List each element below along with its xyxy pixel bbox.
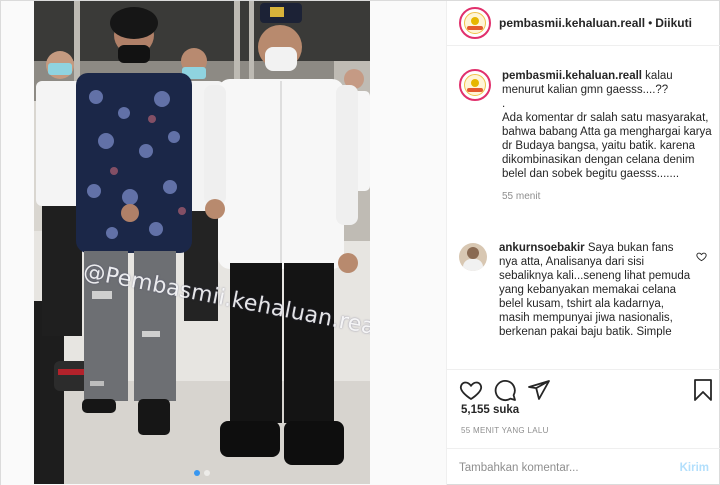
- comments-section[interactable]: pembasmii.kehaluan.reall kalau menurut k…: [447, 47, 720, 369]
- comment-body: Saya bukan fans nya atta, Analisanya dar…: [499, 242, 691, 338]
- add-comment-input[interactable]: [459, 461, 680, 474]
- comment-item: ankurnsoebakir Saya bukan fans nya atta,…: [459, 241, 717, 339]
- action-icons: [459, 378, 712, 404]
- comment-like-heart-icon[interactable]: [696, 251, 707, 262]
- bookmark-icon[interactable]: [691, 378, 715, 402]
- post-timestamp: 55 MENIT YANG LALU: [461, 426, 549, 435]
- instagram-post-window: @Pembasmii.kehaluan.reall pembasmii.keha…: [0, 0, 720, 485]
- commenter-avatar[interactable]: [459, 243, 487, 271]
- photo-illustration: [34, 1, 370, 484]
- header-separator: •: [648, 16, 653, 30]
- author-avatar[interactable]: [459, 7, 491, 39]
- add-comment-bar: Kirim: [447, 448, 720, 485]
- post-media-area: @Pembasmii.kehaluan.reall: [1, 1, 447, 485]
- carousel-indicator: [34, 470, 370, 476]
- post-details-panel: pembasmii.kehaluan.reall • Diikuti pemba…: [447, 1, 720, 485]
- post-header: pembasmii.kehaluan.reall • Diikuti: [447, 1, 720, 46]
- caption-timestamp: 55 menit: [502, 191, 541, 202]
- post-caption: pembasmii.kehaluan.reall kalau menurut k…: [459, 69, 717, 204]
- caption-avatar[interactable]: [459, 69, 491, 101]
- author-username[interactable]: pembasmii.kehaluan.reall: [499, 16, 645, 30]
- caption-body: Ada komentar dr salah satu masyarakat, b…: [502, 112, 712, 180]
- likes-count[interactable]: 5,155 suka: [461, 404, 519, 416]
- commenter-username[interactable]: ankurnsoebakir: [499, 242, 585, 254]
- comment-icon[interactable]: [493, 378, 517, 402]
- carousel-dot-2[interactable]: [204, 470, 210, 476]
- post-comment-button[interactable]: Kirim: [680, 462, 709, 474]
- caption-text: pembasmii.kehaluan.reall kalau menurut k…: [502, 69, 716, 204]
- post-photo[interactable]: @Pembasmii.kehaluan.reall: [34, 1, 370, 484]
- heart-icon[interactable]: [459, 378, 483, 402]
- following-button[interactable]: Diikuti: [655, 16, 692, 30]
- caption-dot: .: [502, 98, 506, 110]
- caption-username[interactable]: pembasmii.kehaluan.reall: [502, 70, 642, 82]
- share-icon[interactable]: [527, 378, 551, 402]
- comment-text: ankurnsoebakir Saya bukan fans nya atta,…: [499, 241, 695, 339]
- carousel-dot-1[interactable]: [194, 470, 200, 476]
